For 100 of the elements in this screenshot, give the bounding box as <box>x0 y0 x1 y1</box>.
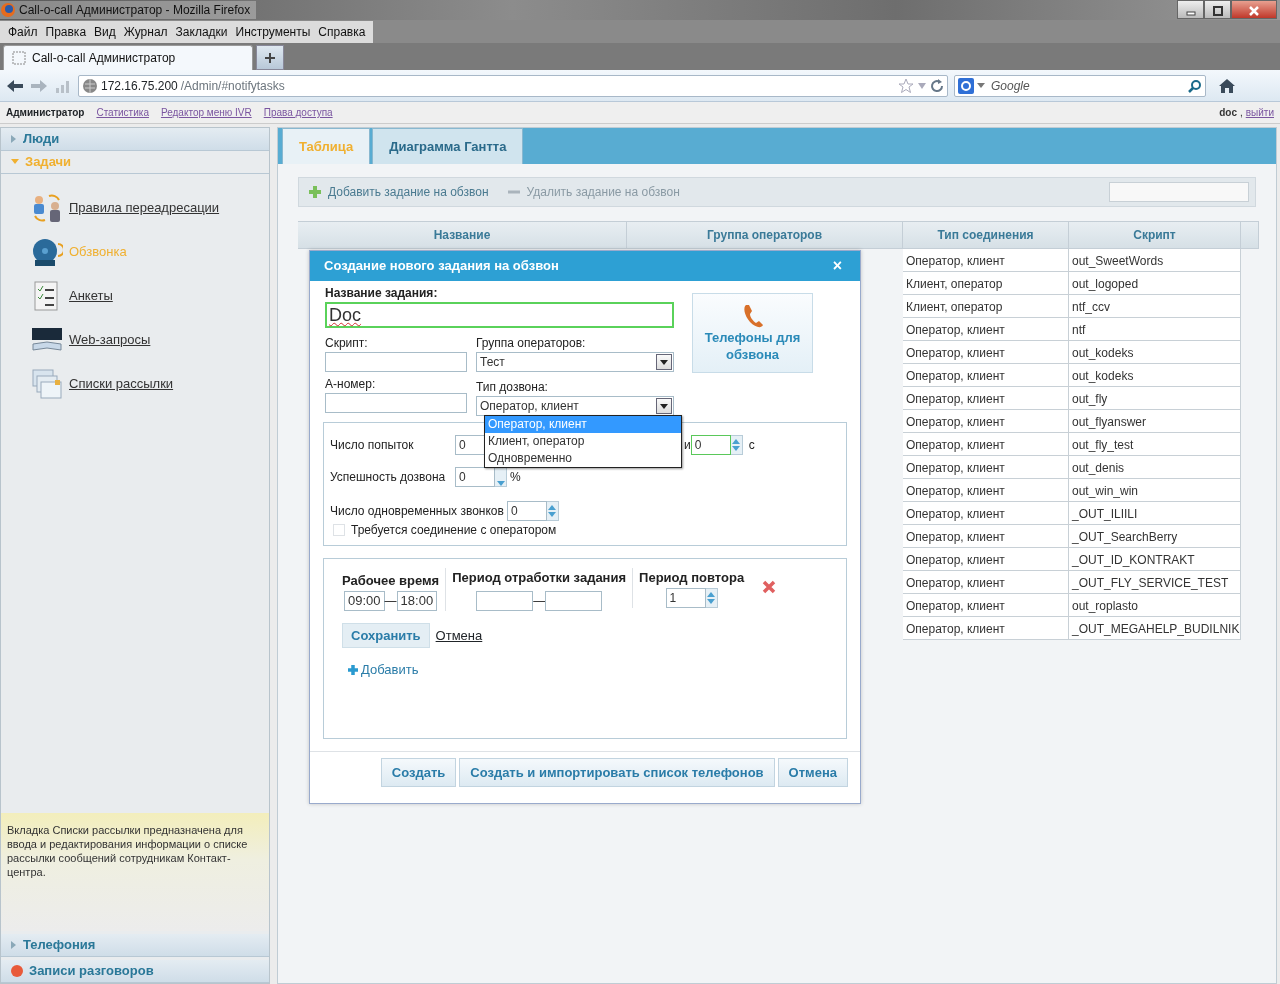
separator-text: , <box>1239 106 1243 120</box>
table-cell: Оператор, клиент <box>903 433 1069 456</box>
section-header[interactable]: Телефония <box>1 934 269 957</box>
maximize-icon <box>1212 5 1223 16</box>
reload-icon <box>930 78 944 93</box>
dialog-button[interactable]: Отмена <box>777 758 848 787</box>
table-cell: _OUT_ILIILI <box>1069 502 1241 525</box>
globe-icon <box>82 77 98 94</box>
search-icon <box>1188 78 1202 93</box>
add-link[interactable]: Добавить <box>348 660 828 680</box>
dialog-button[interactable]: Создать и импортировать список телефонов <box>459 758 775 787</box>
sidebar-link[interactable]: Списки рассылки <box>69 374 174 394</box>
filter-field[interactable] <box>1109 182 1249 202</box>
page-icon <box>12 51 26 65</box>
collapsed-arrow-icon <box>11 941 17 949</box>
nav-item[interactable]: Администратор <box>6 105 85 120</box>
table-cell: Оператор, клиент <box>903 456 1069 479</box>
unit-label: с <box>748 437 755 454</box>
search-placeholder: Google <box>991 77 1030 95</box>
column-header[interactable]: Скрипт <box>1069 221 1241 249</box>
address-field[interactable]: 172.16.75.200 /Admin/#notifytasks <box>78 74 948 97</box>
dropdown-button[interactable] <box>656 354 672 370</box>
plus-icon <box>348 664 358 675</box>
repeat-input[interactable]: 1 <box>665 587 706 608</box>
stacked-pages-icon <box>31 368 63 400</box>
script-input[interactable] <box>325 352 467 372</box>
sidebar-link[interactable]: Web-запросы <box>69 330 151 350</box>
menu-item[interactable]: Инструменты <box>231 20 315 43</box>
maximize-button[interactable] <box>1204 0 1231 19</box>
field-label: и <box>684 437 691 454</box>
menu-item[interactable]: Правка <box>41 20 91 43</box>
sidebar-link[interactable]: Анкеты <box>69 286 113 306</box>
save-button[interactable]: Сохранить <box>342 622 430 648</box>
select-value: Оператор, клиент <box>480 398 579 415</box>
caret-icon <box>660 359 668 365</box>
field-label: Число попыток <box>330 437 415 454</box>
date-input[interactable] <box>476 590 534 611</box>
section-header[interactable]: Люди <box>1 128 269 151</box>
field-label: Успешность дозвона <box>330 469 447 486</box>
phones-button[interactable]: Телефоны для обзвона <box>692 293 813 373</box>
group-select[interactable]: Тест <box>476 352 674 372</box>
dial-type-select[interactable]: Оператор, клиент <box>476 396 674 416</box>
table-cell: Оператор, клиент <box>903 479 1069 502</box>
minimize-button[interactable] <box>1177 0 1204 19</box>
url-path: /Admin/#notifytasks <box>180 77 285 95</box>
collapsed-arrow-icon <box>11 135 17 143</box>
section-header[interactable]: Записи разговоров <box>1 960 269 983</box>
table-cell: Оператор, клиент <box>903 571 1069 594</box>
search-field[interactable]: Google <box>954 74 1206 97</box>
interval-input[interactable]: 0 <box>690 435 731 455</box>
table-cell: Оператор, клиент <box>903 594 1069 617</box>
caret-icon <box>660 403 668 409</box>
menu-item[interactable]: Вид <box>90 20 120 43</box>
nav-link[interactable]: Редактор меню IVR <box>160 105 252 120</box>
new-tab-button[interactable] <box>256 45 284 70</box>
menu-item[interactable]: Справка <box>314 20 370 43</box>
dialog-title: Создание нового задания на обзвон <box>324 257 559 276</box>
operator-checkbox[interactable] <box>333 524 345 536</box>
menu-item[interactable]: Закладки <box>171 20 232 43</box>
table-cell: _OUT_ID_KONTRAKT <box>1069 548 1241 571</box>
section-title: Записи разговоров <box>29 962 154 981</box>
column-header[interactable]: Тип соединения <box>903 221 1069 249</box>
field-label: Тип дозвона: <box>476 379 549 396</box>
nav-link[interactable]: Права доступа <box>263 105 333 120</box>
cancel-link[interactable]: Отмена <box>435 625 483 645</box>
nav-link[interactable]: Статистика <box>96 105 149 120</box>
sidebar-link[interactable]: Правила переадресации <box>69 198 220 218</box>
phones-button-label: Телефоны для обзвона <box>703 329 802 363</box>
name-input[interactable]: Doc <box>325 302 674 328</box>
column-label: Рабочее время <box>342 572 440 590</box>
column-label: Период повтора <box>639 569 745 587</box>
column-header[interactable]: Название <box>298 221 627 249</box>
browser-tab[interactable]: Call-o-call Администратор <box>3 45 253 70</box>
menu-item[interactable]: Журнал <box>119 20 172 43</box>
a-number-input[interactable] <box>325 393 467 413</box>
tab-title: Call-o-call Администратор <box>32 50 176 67</box>
content-tab[interactable]: Диаграмма Гантта <box>372 127 524 164</box>
time-input[interactable]: 09:00 <box>344 590 385 611</box>
success-input[interactable]: 0 <box>455 467 495 487</box>
toolbar-button[interactable]: Добавить задание на обзвон <box>302 182 495 202</box>
close-icon <box>1249 5 1259 16</box>
home-button[interactable] <box>1218 76 1236 95</box>
column-header[interactable]: Группа операторов <box>627 221 903 249</box>
table-cell: out_kodeks <box>1069 341 1241 364</box>
table-cell: Клиент, оператор <box>903 295 1069 318</box>
concurrent-calls-input[interactable]: 0 <box>506 501 547 521</box>
up-down-arrows-icon <box>707 590 716 605</box>
time-input[interactable]: 18:00 <box>396 590 438 611</box>
table-cell: Оператор, клиент <box>903 548 1069 571</box>
dialog-button[interactable]: Создать <box>380 758 457 787</box>
expanded-arrow-icon <box>11 159 19 165</box>
logout-link[interactable]: выйти <box>1245 105 1274 120</box>
browser-logo-icon <box>0 2 16 18</box>
spin-buttons[interactable] <box>495 467 507 487</box>
dropdown-button[interactable] <box>656 398 672 414</box>
field-label: Группа операторов: <box>476 335 587 352</box>
menu-item[interactable]: Файл <box>4 20 42 43</box>
date-input[interactable] <box>545 590 603 611</box>
signal-icon <box>54 78 72 93</box>
close-button[interactable] <box>1231 0 1277 19</box>
